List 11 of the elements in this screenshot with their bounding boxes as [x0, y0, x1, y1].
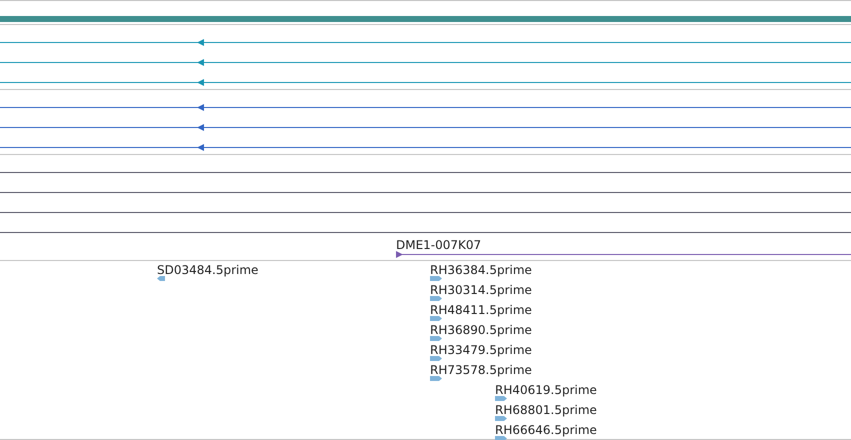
feature-label: RH33479.5prime	[430, 342, 532, 357]
feature-label: RH68801.5prime	[495, 402, 597, 417]
feature-label: RH30314.5prime	[430, 282, 532, 297]
feature-label: RH36890.5prime	[430, 322, 532, 337]
feature-label: SD03484.5prime	[157, 262, 258, 277]
feature-label: DME1-007K07	[396, 238, 482, 252]
feature-label: RH48411.5prime	[430, 302, 532, 317]
feature-label: RH40619.5prime	[495, 382, 597, 397]
feature-label: RH66646.5prime	[495, 422, 597, 437]
feature-label: RH73578.5prime	[430, 362, 532, 377]
feature-label: RH36384.5prime	[430, 262, 532, 277]
